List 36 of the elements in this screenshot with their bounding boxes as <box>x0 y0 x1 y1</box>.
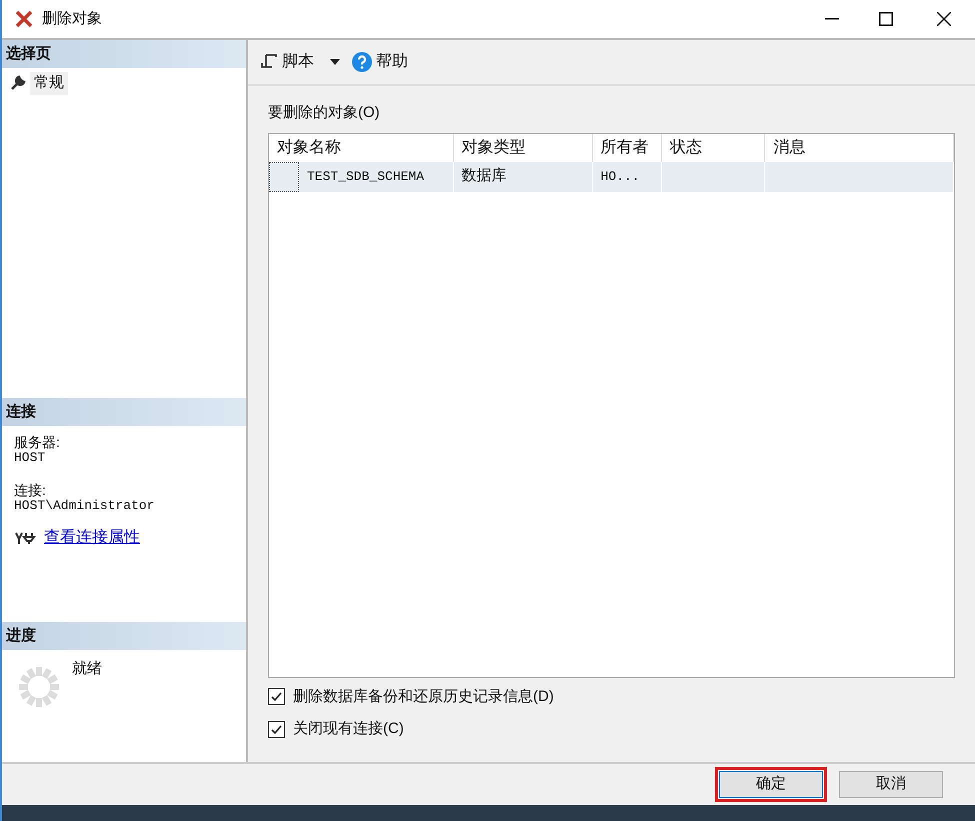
help-button[interactable]: 帮助 <box>352 50 408 74</box>
page-item[interactable]: 常规 <box>10 72 238 94</box>
table-row[interactable]: TEST_SDB_SCHEMA 数据库 HO... <box>269 162 954 192</box>
window-title: 删除对象 <box>42 8 102 29</box>
cancel-button[interactable]: 取消 <box>839 771 943 798</box>
objects-title: 要删除的对象(O) <box>268 103 381 123</box>
section-header: 连接 <box>2 398 246 426</box>
row-selector[interactable] <box>269 162 299 192</box>
minimize-icon <box>825 18 839 20</box>
table-cell-text: TEST_SDB_SCHEMA <box>307 168 424 186</box>
connection-value: HOST\Administrator <box>14 498 156 514</box>
connection-label: 连接: <box>14 482 47 498</box>
delete-x-icon <box>14 9 34 29</box>
connection-properties-link[interactable]: 查看连接属性 <box>44 530 140 546</box>
check-icon <box>270 690 283 704</box>
section-header: 选择页 <box>2 40 246 68</box>
close-icon <box>937 12 951 26</box>
help-icon <box>352 52 372 72</box>
maximize-icon <box>879 12 893 26</box>
table-cell-text: 数据库 <box>462 166 507 186</box>
section-header: 进度 <box>2 622 246 650</box>
checkbox[interactable] <box>268 720 285 738</box>
script-button[interactable]: 脚本 <box>260 50 314 74</box>
checkbox-label: 关闭现有连接(C) <box>293 719 404 739</box>
checkbox[interactable] <box>268 688 285 706</box>
script-icon <box>260 53 278 71</box>
progress-status: 就绪 <box>72 659 102 679</box>
plug-icon <box>14 531 36 545</box>
table-cell-text: HO... <box>600 168 640 186</box>
progress-spinner-icon <box>18 666 60 708</box>
wrench-icon <box>10 75 26 92</box>
server-value: HOST <box>14 450 46 466</box>
checkbox-label: 删除数据库备份和还原历史记录信息(D) <box>293 686 554 706</box>
dropdown-caret-icon[interactable] <box>330 59 340 65</box>
check-icon <box>270 722 283 736</box>
server-label: 服务器: <box>14 434 61 450</box>
